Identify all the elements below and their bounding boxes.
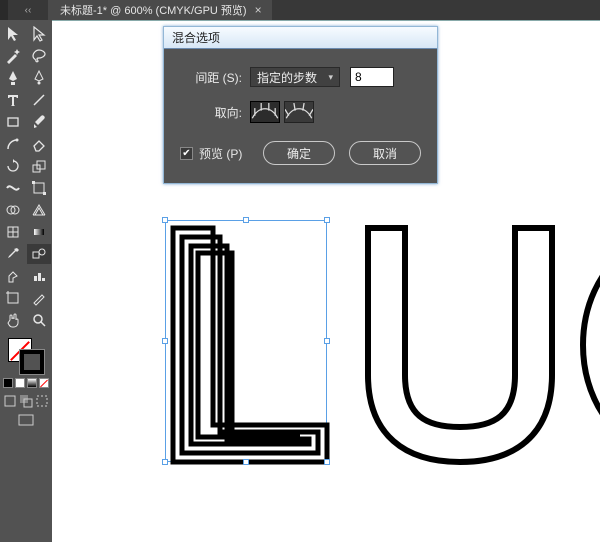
- letter-U[interactable]: [365, 225, 555, 465]
- artboard-tool[interactable]: [1, 288, 25, 308]
- spacing-steps-input[interactable]: [350, 67, 394, 87]
- draw-normal-icon[interactable]: [3, 394, 17, 408]
- tab-menu-chevron-icon[interactable]: ‹‹: [8, 0, 48, 20]
- symbol-sprayer-tool[interactable]: [1, 266, 25, 286]
- draw-inside-icon[interactable]: [35, 394, 49, 408]
- shape-builder-tool[interactable]: [1, 200, 25, 220]
- blend-options-dialog: 混合选项 间距 (S): 指定的步数 ▾ 取向: ✔ 预览 (P) 确定: [163, 26, 438, 184]
- close-icon[interactable]: ×: [255, 3, 262, 17]
- preview-checkbox-wrap[interactable]: ✔ 预览 (P): [180, 145, 242, 162]
- anchor-handle[interactable]: [162, 217, 168, 223]
- dialog-title-bar[interactable]: 混合选项: [164, 27, 437, 49]
- color-swatch-white[interactable]: [15, 378, 25, 388]
- zoom-tool[interactable]: [27, 310, 51, 330]
- direct-selection-tool[interactable]: [27, 24, 51, 44]
- preview-checkbox[interactable]: ✔: [180, 147, 193, 160]
- chevron-down-icon: ▾: [328, 72, 333, 83]
- preview-label: 预览 (P): [199, 145, 242, 162]
- pen-tool[interactable]: [1, 68, 25, 88]
- anchor-handle[interactable]: [324, 338, 330, 344]
- draw-behind-icon[interactable]: [19, 394, 33, 408]
- perspective-grid-tool[interactable]: [27, 200, 51, 220]
- paintbrush-tool[interactable]: [27, 112, 51, 132]
- gradient-tool[interactable]: [27, 222, 51, 242]
- scale-tool[interactable]: [27, 156, 51, 176]
- mesh-tool[interactable]: [1, 222, 25, 242]
- column-graph-tool[interactable]: [27, 266, 51, 286]
- hand-tool[interactable]: [1, 310, 25, 330]
- anchor-handle[interactable]: [324, 459, 330, 465]
- anchor-handle[interactable]: [324, 217, 330, 223]
- free-transform-tool[interactable]: [27, 178, 51, 198]
- letter-C-partial[interactable]: [580, 225, 600, 465]
- dialog-title: 混合选项: [172, 29, 220, 46]
- letter-L-blend[interactable]: [170, 225, 330, 465]
- shaper-tool[interactable]: [1, 134, 25, 154]
- width-tool[interactable]: [1, 178, 25, 198]
- eyedropper-tool[interactable]: [1, 244, 25, 264]
- ok-button[interactable]: 确定: [263, 141, 335, 165]
- spacing-label: 间距 (S):: [180, 69, 242, 86]
- spacing-mode-value: 指定的步数: [257, 69, 317, 86]
- type-tool[interactable]: [1, 90, 25, 110]
- selection-tool[interactable]: [1, 24, 25, 44]
- color-swatch-gradient[interactable]: [27, 378, 37, 388]
- blend-tool[interactable]: [27, 244, 51, 264]
- screen-mode-button[interactable]: [16, 412, 36, 428]
- color-swatch-black[interactable]: [3, 378, 13, 388]
- document-tab-bar: ‹‹ 未标题-1* @ 600% (CMYK/GPU 预览) ×: [0, 0, 600, 20]
- lasso-tool[interactable]: [27, 46, 51, 66]
- document-tab[interactable]: 未标题-1* @ 600% (CMYK/GPU 预览) ×: [48, 0, 272, 20]
- spacing-mode-select[interactable]: 指定的步数 ▾: [250, 67, 340, 87]
- color-swatch-none[interactable]: [39, 378, 49, 388]
- magic-wand-tool[interactable]: [1, 46, 25, 66]
- orientation-align-path-button[interactable]: [284, 101, 314, 123]
- orientation-label: 取向:: [180, 104, 242, 121]
- tools-panel: [0, 20, 52, 542]
- cancel-button[interactable]: 取消: [349, 141, 421, 165]
- eraser-tool[interactable]: [27, 134, 51, 154]
- slice-tool[interactable]: [27, 288, 51, 308]
- curvature-pen-tool[interactable]: [27, 68, 51, 88]
- rectangle-tool[interactable]: [1, 112, 25, 132]
- anchor-handle[interactable]: [243, 459, 249, 465]
- anchor-handle[interactable]: [162, 338, 168, 344]
- anchor-handle[interactable]: [243, 217, 249, 223]
- stroke-swatch[interactable]: [20, 350, 44, 374]
- line-segment-tool[interactable]: [27, 90, 51, 110]
- anchor-handle[interactable]: [162, 459, 168, 465]
- orientation-align-page-button[interactable]: [250, 101, 280, 123]
- panel-grip[interactable]: [0, 0, 8, 20]
- document-title: 未标题-1* @ 600% (CMYK/GPU 预览): [60, 2, 247, 18]
- fill-stroke-swatch[interactable]: [6, 336, 46, 376]
- rotate-tool[interactable]: [1, 156, 25, 176]
